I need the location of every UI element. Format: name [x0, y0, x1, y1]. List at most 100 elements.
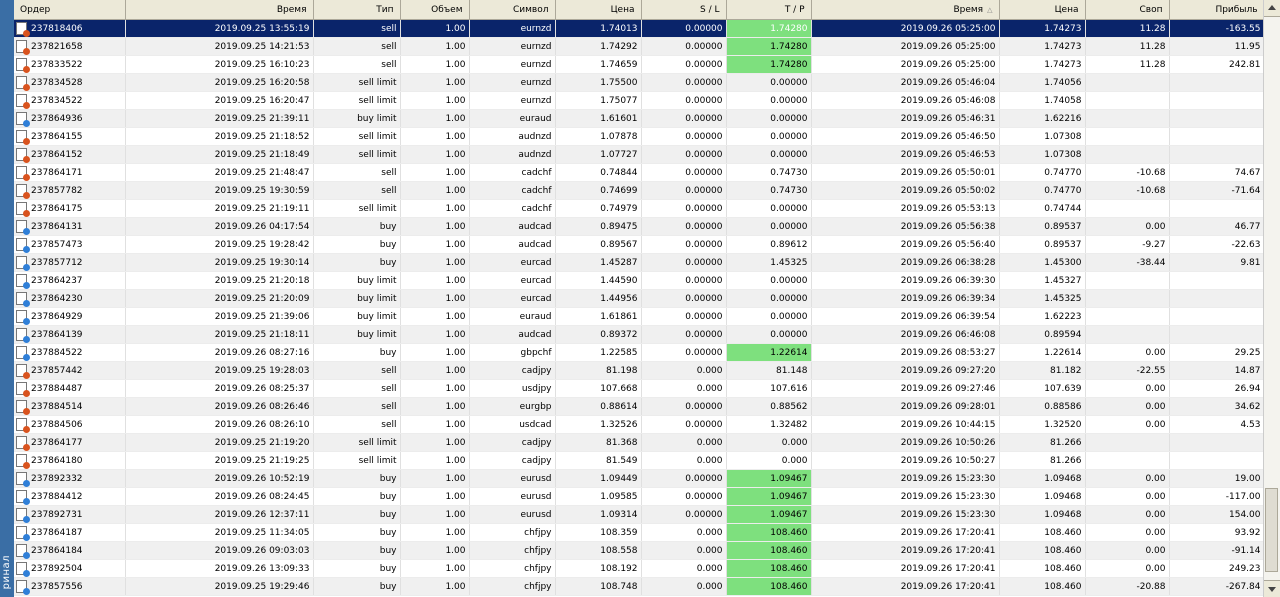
profit-cell: -71.64	[1169, 181, 1264, 200]
sl-cell: 0.000	[641, 523, 727, 542]
swap-cell	[1085, 109, 1170, 128]
open-time-cell: 2019.09.25 21:48:47	[125, 163, 314, 182]
volume-cell: 1.00	[400, 415, 470, 434]
close-price-cell: 81.266	[999, 433, 1086, 452]
scroll-thumb[interactable]	[1265, 488, 1278, 572]
terminal-side-tab[interactable]: ринал	[0, 0, 14, 597]
table-row[interactable]: 237857473 2019.09.25 19:28:42 buy 1.00 audca…	[14, 235, 1264, 254]
close-time-cell: 2019.09.26 05:46:31	[811, 109, 1000, 128]
open-price-cell: 1.09449	[555, 469, 642, 488]
col-header-open-price[interactable]: Цена	[555, 0, 642, 20]
table-row[interactable]: 237864929 2019.09.25 21:39:06 buy limit 1.0…	[14, 307, 1264, 326]
table-row[interactable]: 237884522 2019.09.26 08:27:16 buy 1.00 gbpch…	[14, 343, 1264, 362]
symbol-cell: audcad	[469, 235, 556, 254]
order-cell: 237857442	[14, 361, 126, 380]
table-row[interactable]: 237864131 2019.09.26 04:17:54 buy 1.00 audca…	[14, 217, 1264, 236]
table-row[interactable]: 237834528 2019.09.25 16:20:58 sell limit 1.…	[14, 73, 1264, 92]
table-row[interactable]: 237864177 2019.09.25 21:19:20 sell limit 1.…	[14, 433, 1264, 452]
order-number: 237857712	[31, 258, 83, 268]
order-cell: 237864175	[14, 199, 126, 218]
tp-cell: 1.74280	[726, 55, 812, 74]
open-time-cell: 2019.09.26 08:26:46	[125, 397, 314, 416]
vertical-scrollbar[interactable]	[1263, 0, 1280, 597]
col-header-type[interactable]: Тип	[313, 0, 401, 20]
table-row[interactable]: 237892504 2019.09.26 13:09:33 buy 1.00 chfjp…	[14, 559, 1264, 578]
volume-cell: 1.00	[400, 397, 470, 416]
open-time-cell: 2019.09.26 08:24:45	[125, 487, 314, 506]
table-row[interactable]: 237864936 2019.09.25 21:39:11 buy limit 1.0…	[14, 109, 1264, 128]
profit-cell: -22.63	[1169, 235, 1264, 254]
buy-order-icon	[16, 580, 30, 595]
order-cell: 237821658	[14, 37, 126, 56]
order-number: 237857442	[31, 366, 83, 376]
col-header-swap[interactable]: Своп	[1085, 0, 1170, 20]
open-time-cell: 2019.09.26 09:03:03	[125, 541, 314, 560]
tp-cell: 1.74280	[726, 19, 812, 38]
table-row[interactable]: 237864155 2019.09.25 21:18:52 sell limit 1.…	[14, 127, 1264, 146]
swap-cell: 0.00	[1085, 505, 1170, 524]
table-row[interactable]: 237864180 2019.09.25 21:19:25 sell limit 1.…	[14, 451, 1264, 470]
col-header-profit[interactable]: Прибыль	[1169, 0, 1264, 20]
table-row[interactable]: 237857712 2019.09.25 19:30:14 buy 1.00 eurca…	[14, 253, 1264, 272]
close-price-cell: 0.89537	[999, 217, 1086, 236]
col-header-volume[interactable]: Объем	[400, 0, 470, 20]
table-row[interactable]: 237864171 2019.09.25 21:48:47 sell 1.00 cadc…	[14, 163, 1264, 182]
symbol-cell: eurusd	[469, 505, 556, 524]
table-row[interactable]: 237857556 2019.09.25 19:29:46 buy 1.00 chfjp…	[14, 577, 1264, 596]
swap-cell: -22.55	[1085, 361, 1170, 380]
table-row[interactable]: 237864187 2019.09.25 11:34:05 buy 1.00 chfjp…	[14, 523, 1264, 542]
col-header-close-time[interactable]: Время △	[811, 0, 1000, 20]
table-row[interactable]: 237892332 2019.09.26 10:52:19 buy 1.00 eurus…	[14, 469, 1264, 488]
table-row[interactable]: 237892731 2019.09.26 12:37:11 buy 1.00 eurus…	[14, 505, 1264, 524]
volume-cell: 1.00	[400, 55, 470, 74]
col-header-sl[interactable]: S / L	[641, 0, 727, 20]
close-price-cell: 0.74770	[999, 163, 1086, 182]
sl-cell: 0.00000	[641, 307, 727, 326]
volume-cell: 1.00	[400, 271, 470, 290]
profit-cell	[1169, 325, 1264, 344]
order-cell: 237864155	[14, 127, 126, 146]
table-row[interactable]: 237864139 2019.09.25 21:18:11 buy limit 1.0…	[14, 325, 1264, 344]
swap-cell: 11.28	[1085, 37, 1170, 56]
table-row[interactable]: 237833522 2019.09.25 16:10:23 sell 1.00 eurn…	[14, 55, 1264, 74]
table-row[interactable]: 237864175 2019.09.25 21:19:11 sell limit 1.…	[14, 199, 1264, 218]
symbol-cell: euraud	[469, 307, 556, 326]
table-row[interactable]: 237821658 2019.09.25 14:21:53 sell 1.00 eurn…	[14, 37, 1264, 56]
order-number: 237834522	[31, 96, 83, 106]
open-price-cell: 107.668	[555, 379, 642, 398]
table-row[interactable]: 237857782 2019.09.25 19:30:59 sell 1.00 cadc…	[14, 181, 1264, 200]
type-cell: sell limit	[313, 91, 401, 110]
table-row[interactable]: 237864184 2019.09.26 09:03:03 buy 1.00 chfjp…	[14, 541, 1264, 560]
scroll-up-button[interactable]	[1264, 0, 1280, 17]
col-header-open-time[interactable]: Время	[125, 0, 314, 20]
table-row[interactable]: 237884412 2019.09.26 08:24:45 buy 1.00 eurus…	[14, 487, 1264, 506]
table-row[interactable]: 237884506 2019.09.26 08:26:10 sell 1.00 usdc…	[14, 415, 1264, 434]
order-cell: 237818406	[14, 19, 126, 38]
close-price-cell: 1.22614	[999, 343, 1086, 362]
scroll-down-button[interactable]	[1264, 580, 1280, 597]
close-time-cell: 2019.09.26 05:46:50	[811, 127, 1000, 146]
open-time-cell: 2019.09.25 16:20:47	[125, 91, 314, 110]
table-row[interactable]: 237884487 2019.09.26 08:25:37 sell 1.00 usdj…	[14, 379, 1264, 398]
close-time-cell: 2019.09.26 10:44:15	[811, 415, 1000, 434]
order-number: 237884412	[31, 492, 83, 502]
table-row[interactable]: 237884514 2019.09.26 08:26:46 sell 1.00 eurg…	[14, 397, 1264, 416]
table-row[interactable]: 237818406 2019.09.25 13:55:19 sell 1.00 eurn…	[14, 19, 1264, 38]
table-row[interactable]: 237864230 2019.09.25 21:20:09 buy limit 1.0…	[14, 289, 1264, 308]
col-header-symbol[interactable]: Символ	[469, 0, 556, 20]
col-header-tp[interactable]: T / P	[726, 0, 812, 20]
col-header-order[interactable]: Ордер	[14, 0, 126, 20]
col-header-close-price[interactable]: Цена	[999, 0, 1086, 20]
table-row[interactable]: 237864152 2019.09.25 21:18:49 sell limit 1.…	[14, 145, 1264, 164]
close-time-cell: 2019.09.26 05:50:01	[811, 163, 1000, 182]
type-cell: sell limit	[313, 145, 401, 164]
type-cell: sell	[313, 37, 401, 56]
volume-cell: 1.00	[400, 37, 470, 56]
orders-table: Ордер Время Тип Объем Символ Цена S / L …	[14, 0, 1264, 596]
table-row[interactable]: 237857442 2019.09.25 19:28:03 sell 1.00 cadj…	[14, 361, 1264, 380]
table-row[interactable]: 237864237 2019.09.25 21:20:18 buy limit 1.0…	[14, 271, 1264, 290]
open-price-cell: 108.558	[555, 541, 642, 560]
table-row[interactable]: 237834522 2019.09.25 16:20:47 sell limit 1.…	[14, 91, 1264, 110]
open-price-cell: 0.74699	[555, 181, 642, 200]
buy-order-icon	[16, 526, 30, 541]
